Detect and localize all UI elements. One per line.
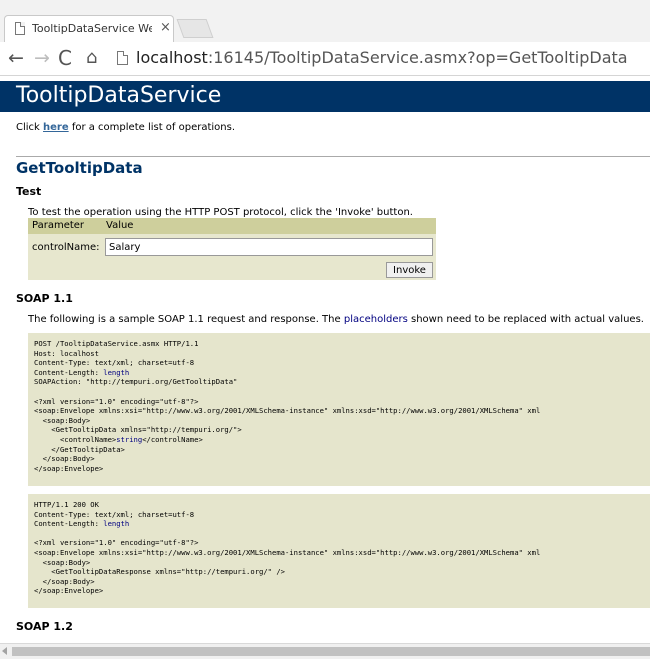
forward-arrow-icon[interactable]: →: [34, 47, 50, 69]
code-line: Content-Type: text/xml; charset=utf-8: [34, 509, 195, 519]
close-icon[interactable]: ×: [160, 20, 171, 35]
soap11-intro-pre: The following is a sample SOAP 1.1 reque…: [28, 314, 344, 325]
code-line: <soap:Body>: [34, 557, 91, 567]
value-column-header: Value: [106, 220, 134, 231]
code-line: <soap:Envelope xmlns:xsi="http://www.w3.…: [34, 406, 541, 416]
form-header-row: Parameter Value: [28, 218, 436, 234]
code-line: <soap:Envelope xmlns:xsi="http://www.w3.…: [34, 547, 541, 557]
code-line: </GetTooltipData>: [34, 444, 125, 454]
control-name-label: controlName:: [32, 242, 100, 253]
test-intro: To test the operation using the HTTP POS…: [28, 207, 413, 218]
scroll-left-arrow-icon[interactable]: [2, 647, 7, 655]
address-bar[interactable]: localhost:16145/TooltipDataService.asmx?…: [136, 48, 628, 67]
soap11-request-sample: POST /TooltipDataService.asmx HTTP/1.1 H…: [28, 333, 650, 486]
code-line: <controlName>: [34, 434, 117, 444]
service-title: TooltipDataService: [16, 83, 222, 108]
home-icon[interactable]: ⌂: [86, 47, 97, 69]
code-line: Content-Type: text/xml; charset=utf-8: [34, 358, 195, 368]
code-line: </soap:Body>: [34, 454, 95, 464]
soap11-heading: SOAP 1.1: [16, 292, 73, 305]
code-line: </controlName>: [142, 434, 203, 444]
soap11-response-sample: HTTP/1.1 200 OK Content-Type: text/xml; …: [28, 494, 650, 608]
scrollbar-thumb[interactable]: [12, 647, 650, 656]
code-line: </soap:Envelope>: [34, 586, 104, 596]
code-line: HTTP/1.1 200 OK: [34, 500, 99, 509]
url-host: localhost: [136, 48, 208, 67]
back-arrow-icon[interactable]: ←: [8, 47, 24, 69]
soap12-heading: SOAP 1.2: [16, 620, 73, 633]
reload-icon[interactable]: C: [58, 47, 72, 69]
intro-pre: Click: [16, 122, 44, 133]
code-line: <GetTooltipData xmlns="http://tempuri.or…: [34, 425, 242, 435]
placeholder-text: length: [103, 519, 130, 529]
intro-post: for a complete list of operations.: [68, 122, 236, 133]
url-path: :16145/TooltipDataService.asmx?op=GetToo…: [207, 48, 628, 67]
divider: [16, 156, 650, 157]
browser-toolbar: ← → C ⌂ localhost:16145/TooltipDataServi…: [0, 42, 650, 76]
code-line: SOAPAction: "http://tempuri.org/GetToolt…: [34, 377, 238, 387]
code-line: Content-Length:: [34, 519, 104, 529]
code-line: POST /TooltipDataService.asmx HTTP/1.1: [34, 339, 199, 348]
service-header: TooltipDataService: [0, 81, 650, 112]
invoke-button[interactable]: Invoke: [386, 262, 433, 278]
placeholder-text: length: [103, 367, 130, 377]
soap11-intro: The following is a sample SOAP 1.1 reque…: [28, 314, 644, 325]
new-tab-button[interactable]: [176, 19, 214, 38]
operations-list-link[interactable]: here: [43, 122, 69, 133]
tab-title: TooltipDataService Web S: [32, 22, 152, 35]
code-line: Host: localhost: [34, 348, 99, 358]
invoke-form: Parameter Value controlName: Invoke: [28, 218, 436, 280]
test-heading: Test: [16, 185, 42, 198]
code-line: <?xml version="1.0" encoding="utf-8"?>: [34, 396, 199, 406]
operation-title: GetTooltipData: [16, 159, 143, 177]
code-line: </soap:Body>: [34, 576, 95, 586]
parameter-column-header: Parameter: [32, 220, 85, 231]
browser-tab-strip: TooltipDataService Web S ×: [0, 0, 650, 42]
code-line: <soap:Body>: [34, 415, 91, 425]
horizontal-scrollbar[interactable]: [0, 643, 650, 659]
soap11-intro-post: shown need to be replaced with actual va…: [407, 314, 644, 325]
code-line: <GetTooltipDataResponse xmlns="http://te…: [34, 567, 285, 577]
placeholder-text: string: [116, 434, 143, 444]
soap11-intro-placeholders: placeholders: [343, 314, 408, 325]
control-name-input[interactable]: [105, 238, 433, 256]
page-icon: [15, 22, 25, 35]
form-body: controlName: Invoke: [28, 234, 436, 280]
code-line: <?xml version="1.0" encoding="utf-8"?>: [34, 538, 199, 548]
code-line: </soap:Envelope>: [34, 463, 104, 473]
intro-text: Click here for a complete list of operat…: [16, 122, 235, 133]
code-line: Content-Length:: [34, 367, 104, 377]
page-info-icon[interactable]: [117, 51, 128, 65]
browser-tab[interactable]: TooltipDataService Web S ×: [4, 15, 174, 42]
